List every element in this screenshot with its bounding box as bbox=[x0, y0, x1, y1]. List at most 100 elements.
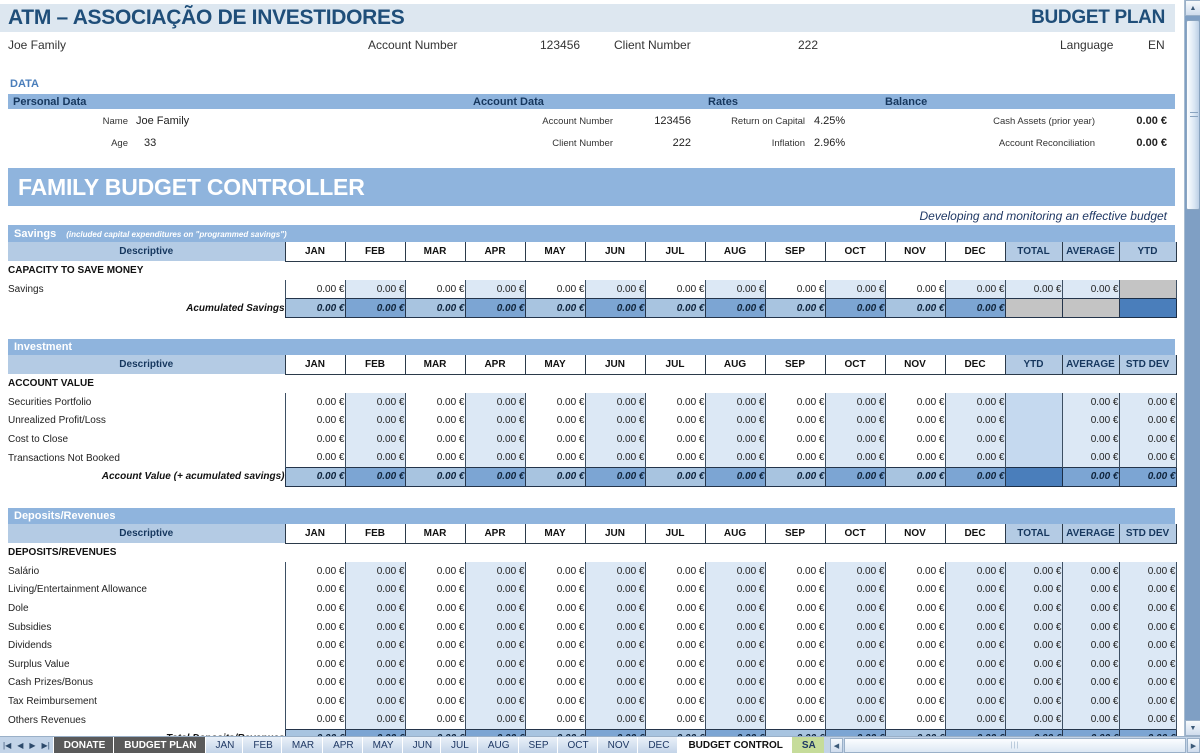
sheet-tab-jun[interactable]: JUN bbox=[402, 737, 440, 753]
return-on-capital-value[interactable]: 4.25% bbox=[805, 115, 845, 127]
cell-month-value[interactable]: 0.00 € bbox=[525, 393, 585, 412]
cell-month-value[interactable]: 0.00 € bbox=[825, 430, 885, 449]
cell-month-value[interactable]: 0.00 € bbox=[645, 692, 705, 711]
cell-month-value[interactable]: 0.00 € bbox=[585, 393, 645, 412]
cell-month-value[interactable]: 0.00 € bbox=[585, 449, 645, 468]
cell-month-value[interactable]: 0.00 € bbox=[585, 430, 645, 449]
cell-month-value[interactable]: 0.00 € bbox=[585, 412, 645, 431]
cell-month-value[interactable]: 0.00 € bbox=[405, 655, 465, 674]
cell-month-value[interactable]: 0.00 € bbox=[585, 599, 645, 618]
sheet-tab-jul[interactable]: JUL bbox=[440, 737, 477, 753]
first-sheet-icon[interactable]: |◀ bbox=[3, 741, 11, 750]
cell-month-value[interactable]: 0.00 € bbox=[585, 636, 645, 655]
sheet-tab-budget-plan[interactable]: BUDGET PLAN bbox=[113, 737, 204, 753]
cell-month-value[interactable]: 0.00 € bbox=[645, 636, 705, 655]
cell-month-value[interactable]: 0.00 € bbox=[285, 692, 345, 711]
cell-month-value[interactable]: 0.00 € bbox=[525, 618, 585, 637]
cell-month-value[interactable]: 0.00 € bbox=[825, 581, 885, 600]
cell-month-value[interactable]: 0.00 € bbox=[885, 692, 945, 711]
cell-month-value[interactable]: 0.00 € bbox=[345, 655, 405, 674]
cell-month-value[interactable]: 0.00 € bbox=[585, 692, 645, 711]
cell-month-value[interactable]: 0.00 € bbox=[945, 562, 1005, 581]
cell-month-value[interactable]: 0.00 € bbox=[885, 430, 945, 449]
sheet-tab-donate[interactable]: DONATE bbox=[53, 737, 113, 753]
cell-month-value[interactable]: 0.00 € bbox=[765, 449, 825, 468]
cell-month-value[interactable]: 0.00 € bbox=[405, 393, 465, 412]
cell-month-value[interactable]: 0.00 € bbox=[705, 412, 765, 431]
cell-month-value[interactable]: 0.00 € bbox=[705, 636, 765, 655]
cell-month-value[interactable]: 0.00 € bbox=[645, 562, 705, 581]
cell-month-value[interactable]: 0.00 € bbox=[825, 412, 885, 431]
cell-month-value[interactable]: 0.00 € bbox=[525, 655, 585, 674]
cell-month-value[interactable]: 0.00 € bbox=[345, 449, 405, 468]
cell-month-value[interactable]: 0.00 € bbox=[945, 581, 1005, 600]
cell-month-value[interactable]: 0.00 € bbox=[345, 599, 405, 618]
cell-month-value[interactable]: 0.00 € bbox=[345, 412, 405, 431]
cell-month-value[interactable]: 0.00 € bbox=[465, 393, 525, 412]
scroll-up-icon[interactable]: ▲ bbox=[1185, 0, 1200, 16]
cell-month-value[interactable]: 0.00 € bbox=[825, 562, 885, 581]
cell-month-value[interactable]: 0.00 € bbox=[645, 711, 705, 730]
cell-month-value[interactable]: 0.00 € bbox=[825, 280, 885, 299]
cell-month-value[interactable]: 0.00 € bbox=[945, 280, 1005, 299]
cell-month-value[interactable]: 0.00 € bbox=[285, 674, 345, 693]
cell-month-value[interactable]: 0.00 € bbox=[945, 618, 1005, 637]
cell-month-value[interactable]: 0.00 € bbox=[705, 449, 765, 468]
cell-month-value[interactable]: 0.00 € bbox=[525, 430, 585, 449]
personal-age-value[interactable]: 33 bbox=[128, 137, 156, 149]
sheet-tab-feb[interactable]: FEB bbox=[242, 737, 280, 753]
cell-month-value[interactable]: 0.00 € bbox=[885, 636, 945, 655]
cell-month-value[interactable]: 0.00 € bbox=[465, 655, 525, 674]
cell-month-value[interactable]: 0.00 € bbox=[405, 636, 465, 655]
cell-month-value[interactable]: 0.00 € bbox=[945, 412, 1005, 431]
cell-month-value[interactable]: 0.00 € bbox=[405, 599, 465, 618]
cell-month-value[interactable]: 0.00 € bbox=[525, 412, 585, 431]
cell-month-value[interactable]: 0.00 € bbox=[645, 449, 705, 468]
sheet-tab-may[interactable]: MAY bbox=[362, 737, 402, 753]
cell-month-value[interactable]: 0.00 € bbox=[405, 711, 465, 730]
inflation-value[interactable]: 2.96% bbox=[805, 137, 845, 149]
cell-month-value[interactable]: 0.00 € bbox=[825, 618, 885, 637]
cell-month-value[interactable]: 0.00 € bbox=[885, 674, 945, 693]
cell-month-value[interactable]: 0.00 € bbox=[645, 655, 705, 674]
cell-month-value[interactable]: 0.00 € bbox=[405, 674, 465, 693]
cell-month-value[interactable]: 0.00 € bbox=[705, 599, 765, 618]
cell-month-value[interactable]: 0.00 € bbox=[885, 711, 945, 730]
cell-month-value[interactable]: 0.00 € bbox=[465, 412, 525, 431]
cell-month-value[interactable]: 0.00 € bbox=[945, 430, 1005, 449]
cell-month-value[interactable]: 0.00 € bbox=[705, 655, 765, 674]
cell-month-value[interactable]: 0.00 € bbox=[705, 711, 765, 730]
cell-month-value[interactable]: 0.00 € bbox=[345, 581, 405, 600]
cell-month-value[interactable]: 0.00 € bbox=[345, 711, 405, 730]
cell-month-value[interactable]: 0.00 € bbox=[825, 393, 885, 412]
cell-month-value[interactable]: 0.00 € bbox=[705, 430, 765, 449]
cell-month-value[interactable]: 0.00 € bbox=[825, 711, 885, 730]
cell-month-value[interactable]: 0.00 € bbox=[405, 280, 465, 299]
cell-month-value[interactable]: 0.00 € bbox=[285, 430, 345, 449]
cell-month-value[interactable]: 0.00 € bbox=[765, 692, 825, 711]
sheet-tab-jan[interactable]: JAN bbox=[205, 737, 243, 753]
cell-month-value[interactable]: 0.00 € bbox=[285, 581, 345, 600]
cell-month-value[interactable]: 0.00 € bbox=[885, 599, 945, 618]
cell-month-value[interactable]: 0.00 € bbox=[885, 562, 945, 581]
sheet-tab-mar[interactable]: MAR bbox=[281, 737, 322, 753]
prev-sheet-icon[interactable]: ◀ bbox=[17, 741, 23, 750]
sheet-tab-sa[interactable]: SA bbox=[791, 737, 824, 753]
cell-month-value[interactable]: 0.00 € bbox=[645, 674, 705, 693]
account-number-value[interactable]: 123456 bbox=[540, 38, 580, 52]
cell-month-value[interactable]: 0.00 € bbox=[525, 599, 585, 618]
cell-month-value[interactable]: 0.00 € bbox=[705, 581, 765, 600]
client-number-value[interactable]: 222 bbox=[798, 38, 818, 52]
scrollbar-track[interactable] bbox=[1185, 16, 1200, 720]
cell-month-value[interactable]: 0.00 € bbox=[585, 711, 645, 730]
cell-month-value[interactable]: 0.00 € bbox=[585, 674, 645, 693]
cell-month-value[interactable]: 0.00 € bbox=[345, 636, 405, 655]
cell-month-value[interactable]: 0.00 € bbox=[525, 636, 585, 655]
cell-month-value[interactable]: 0.00 € bbox=[345, 430, 405, 449]
cell-month-value[interactable]: 0.00 € bbox=[945, 711, 1005, 730]
cell-month-value[interactable]: 0.00 € bbox=[765, 581, 825, 600]
cell-month-value[interactable]: 0.00 € bbox=[945, 692, 1005, 711]
next-sheet-icon[interactable]: ▶ bbox=[29, 741, 35, 750]
cell-month-value[interactable]: 0.00 € bbox=[465, 280, 525, 299]
cell-month-value[interactable]: 0.00 € bbox=[705, 618, 765, 637]
